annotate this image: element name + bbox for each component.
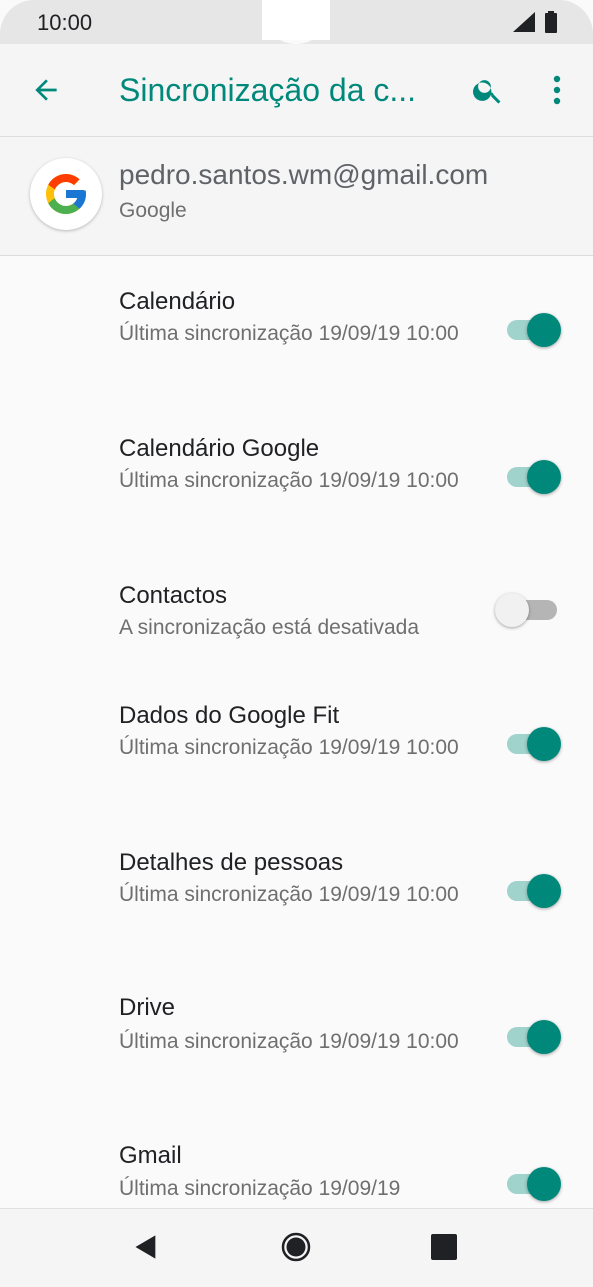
sync-item-subtitle: Última sincronização 19/09/19 10:00 <box>119 469 459 492</box>
toggle-thumb <box>527 727 561 761</box>
nav-back-icon <box>135 1235 156 1259</box>
sync-toggle-calendario-google[interactable] <box>505 459 561 495</box>
sync-item-subtitle: Última sincronização 19/09/19 10:00 <box>119 322 459 345</box>
sync-item-title: Gmail <box>119 1142 182 1169</box>
status-clock: 10:00 <box>37 10 93 35</box>
sync-item-subtitle: Última sincronização 19/09/19 10:00 <box>119 1030 459 1053</box>
battery-icon <box>545 11 557 33</box>
google-logo-icon <box>46 174 86 214</box>
sync-item-title: Drive <box>119 994 176 1021</box>
nav-back-button[interactable] <box>126 1227 166 1267</box>
search-button[interactable] <box>468 70 508 110</box>
nav-recents-icon <box>431 1234 457 1260</box>
nav-recents-button[interactable] <box>424 1227 464 1267</box>
account-email: pedro.santos.wm@gmail.com <box>119 159 489 190</box>
camera-notch <box>262 0 330 44</box>
sync-item-calendario[interactable]: Calendário Última sincronização 19/09/19… <box>0 256 593 402</box>
sync-item-google-fit[interactable]: Dados do Google Fit Última sincronização… <box>0 670 593 816</box>
nav-home-icon <box>281 1232 311 1262</box>
search-icon <box>473 80 501 104</box>
sync-item-contactos[interactable]: Contactos A sincronização está desativad… <box>0 550 593 670</box>
account-header: pedro.santos.wm@gmail.com Google <box>0 137 593 256</box>
app-bar: Sincronização da c... <box>0 44 593 137</box>
back-button[interactable] <box>26 70 66 110</box>
sync-item-title: Dados do Google Fit <box>119 702 340 729</box>
page-title: Sincronização da c... <box>119 72 417 108</box>
sync-toggle-google-fit[interactable] <box>505 726 561 762</box>
system-icons <box>513 11 557 33</box>
sync-item-subtitle: A sincronização está desativada <box>119 616 420 639</box>
toggle-thumb <box>527 313 561 347</box>
sync-item-subtitle: Última sincronização 19/09/19 10:00 <box>119 736 459 759</box>
account-type: Google <box>119 199 187 222</box>
toggle-thumb <box>527 460 561 494</box>
sync-toggle-detalhes-pessoas[interactable] <box>505 873 561 909</box>
more-vert-icon <box>553 75 561 105</box>
sync-toggle-gmail[interactable] <box>505 1166 561 1202</box>
signal-icon <box>513 12 535 32</box>
sync-toggle-drive[interactable] <box>505 1019 561 1055</box>
toggle-thumb <box>527 874 561 908</box>
sync-item-drive[interactable]: Drive Última sincronização 19/09/19 10:0… <box>0 964 593 1110</box>
more-options-button[interactable] <box>540 70 574 110</box>
sync-item-gmail[interactable]: Gmail Última sincronização 19/09/19 <box>0 1110 593 1208</box>
sync-item-detalhes-pessoas[interactable]: Detalhes de pessoas Última sincronização… <box>0 817 593 963</box>
nav-home-button[interactable] <box>276 1227 316 1267</box>
toggle-thumb <box>495 593 529 627</box>
sync-item-title: Calendário Google <box>119 435 320 462</box>
sync-item-subtitle: Última sincronização 19/09/19 <box>119 1177 401 1200</box>
sync-item-subtitle: Última sincronização 19/09/19 10:00 <box>119 883 459 906</box>
navigation-bar <box>0 1208 593 1287</box>
sync-item-title: Contactos <box>119 582 228 609</box>
sync-item-calendario-google[interactable]: Calendário Google Última sincronização 1… <box>0 403 593 549</box>
toggle-thumb <box>527 1167 561 1201</box>
toggle-thumb <box>527 1020 561 1054</box>
arrow-back-icon <box>35 79 57 101</box>
sync-item-title: Detalhes de pessoas <box>119 849 344 876</box>
account-avatar <box>30 158 102 230</box>
sync-toggle-calendario[interactable] <box>505 312 561 348</box>
sync-toggle-contactos[interactable] <box>495 592 561 628</box>
sync-item-title: Calendário <box>119 288 236 315</box>
